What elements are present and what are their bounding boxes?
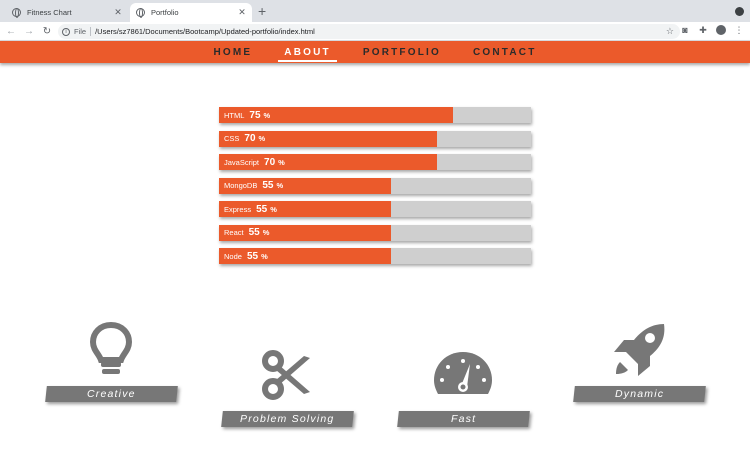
divider — [90, 27, 92, 36]
menu-icon[interactable]: ⋮ — [734, 25, 744, 37]
extensions-icon[interactable]: ✚ — [698, 25, 708, 37]
skill-bar-express: Express 55% — [219, 201, 531, 217]
skill-name: HTML — [224, 110, 245, 120]
url-scheme: File — [74, 27, 87, 36]
skills-list: HTML 75% CSS 70% JavaScript 70% MongoDB 55% … — [219, 107, 531, 272]
lightbulb-icon — [89, 322, 133, 374]
nav-home[interactable]: HOME — [197, 47, 268, 58]
skill-name: MongoDB — [224, 181, 258, 190]
bookmark-star-icon[interactable]: ☆ — [666, 26, 674, 37]
info-icon[interactable]: i — [62, 27, 70, 36]
skill-unit: % — [270, 204, 277, 214]
rocket-icon — [614, 324, 665, 376]
skill-unit: % — [261, 251, 268, 261]
skill-percent: 55 — [256, 203, 268, 215]
skill-unit: % — [262, 228, 270, 237]
skill-name: Express — [224, 204, 252, 214]
skill-percent: 55 — [248, 227, 260, 238]
skill-bar-html: HTML 75% — [219, 107, 531, 123]
tab-title: Portfolio — [151, 8, 179, 17]
site-nav: HOME ABOUT PORTFOLIO CONTACT — [0, 41, 750, 63]
forward-icon[interactable]: → — [22, 26, 36, 37]
skill-unit: % — [263, 110, 271, 120]
trait-badge-dynamic: Dynamic — [573, 386, 706, 402]
trait-label: Dynamic — [614, 388, 665, 400]
url-text[interactable]: /Users/sz7861/Documents/Bootcamp/Updated… — [95, 27, 315, 36]
trait-label: Fast — [450, 413, 477, 425]
nav-contact[interactable]: CONTACT — [457, 47, 553, 58]
close-icon[interactable]: ✕ — [236, 7, 248, 18]
new-tab-button[interactable]: + — [258, 4, 266, 18]
nav-about[interactable]: ABOUT — [268, 47, 347, 62]
skill-percent: 70 — [264, 156, 276, 168]
skill-percent: 70 — [244, 133, 256, 144]
skill-bar-react: React 55% — [219, 224, 531, 241]
skill-bar-css: CSS 70% — [219, 130, 531, 147]
skill-unit: % — [258, 134, 266, 143]
skill-percent: 55 — [246, 250, 259, 262]
skill-name: JavaScript — [224, 157, 260, 167]
trait-badge-fast: Fast — [397, 411, 530, 427]
skill-name: Node — [224, 251, 242, 261]
skill-percent: 55 — [262, 180, 274, 191]
profile-icon[interactable] — [716, 25, 726, 37]
toolbar-icons: ◙ ✚ ⋮ — [680, 25, 744, 37]
browser-tabstrip: Fitness Chart ✕ Portfolio ✕ + — [0, 0, 750, 22]
address-bar[interactable]: i File /Users/sz7861/Documents/Bootcamp/… — [58, 24, 680, 39]
back-icon[interactable]: ← — [4, 26, 18, 37]
globe-icon — [136, 8, 145, 18]
skill-bar-javascript: JavaScript 70% — [219, 154, 531, 170]
skill-percent: 75 — [249, 109, 261, 121]
scissors-icon — [262, 350, 310, 400]
trait-label: Problem Solving — [240, 413, 335, 425]
skill-bar-node: Node 55% — [219, 248, 531, 264]
skill-name: CSS — [224, 134, 240, 143]
close-icon[interactable]: ✕ — [112, 7, 124, 18]
skill-bar-mongodb: MongoDB 55% — [219, 177, 531, 194]
speedometer-icon — [434, 352, 492, 394]
skill-unit: % — [276, 181, 284, 190]
tab-search-icon[interactable] — [735, 7, 744, 16]
skill-name: React — [224, 228, 244, 237]
trait-label: Creative — [87, 388, 136, 400]
tab-portfolio[interactable]: Portfolio ✕ — [130, 3, 252, 22]
browser-toolbar: ← → ↻ i File /Users/sz7861/Documents/Boo… — [0, 22, 750, 41]
trait-badge-problem-solving: Problem Solving — [221, 411, 354, 427]
nav-portfolio[interactable]: PORTFOLIO — [347, 47, 457, 58]
globe-icon — [12, 8, 21, 18]
trait-badge-creative: Creative — [45, 386, 178, 402]
tab-fitness-chart[interactable]: Fitness Chart ✕ — [6, 3, 128, 22]
skill-unit: % — [278, 157, 285, 167]
camera-icon[interactable]: ◙ — [680, 25, 690, 37]
reload-icon[interactable]: ↻ — [40, 26, 54, 37]
tab-title: Fitness Chart — [27, 8, 72, 17]
